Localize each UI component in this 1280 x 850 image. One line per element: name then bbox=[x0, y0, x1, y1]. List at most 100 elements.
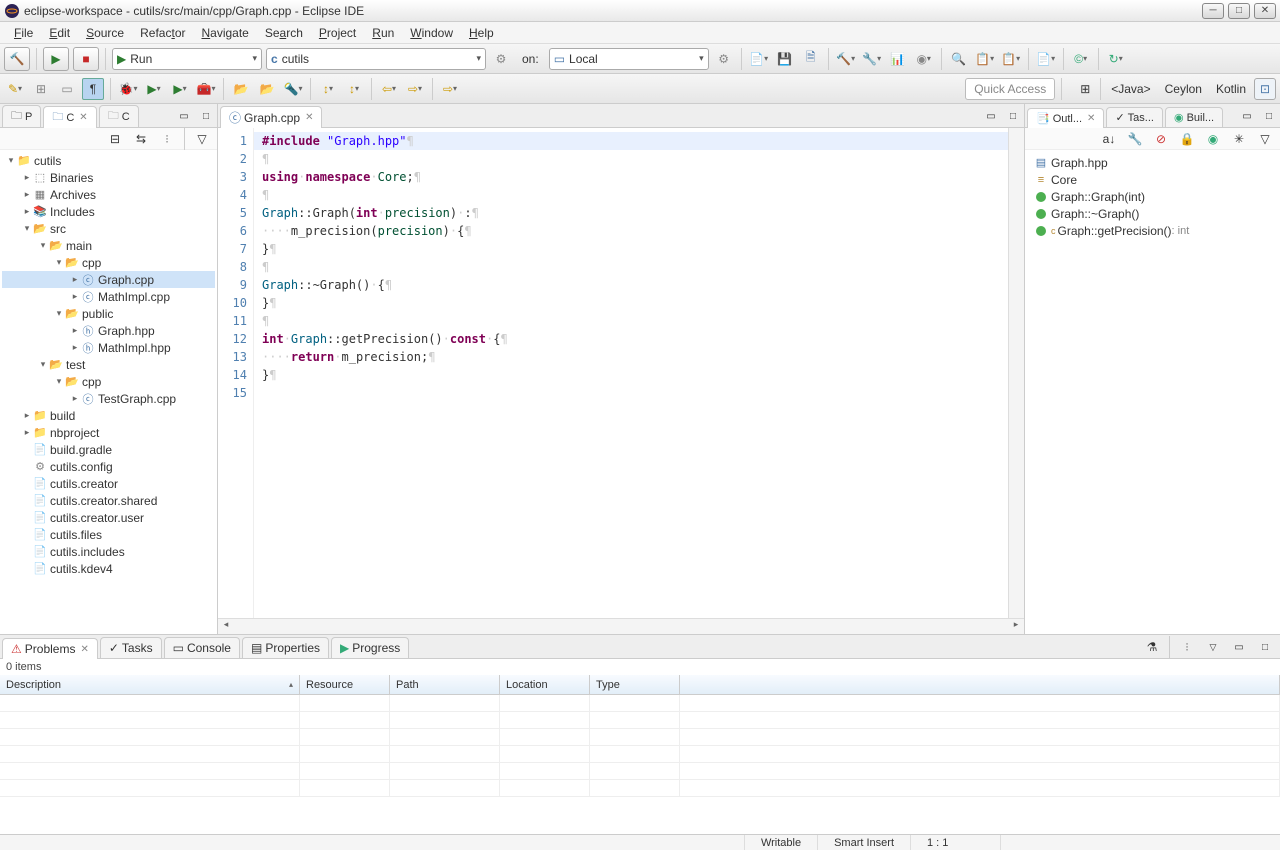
scroll-left-icon[interactable]: ◂ bbox=[218, 619, 234, 634]
menu-help[interactable]: Help bbox=[461, 24, 502, 42]
run2-button[interactable]: ▶▾ bbox=[143, 78, 165, 100]
tree-item[interactable]: ▸ⓒGraph.cpp bbox=[2, 271, 215, 288]
menu-window[interactable]: Window bbox=[402, 24, 461, 42]
menu-edit[interactable]: Edit bbox=[41, 24, 78, 42]
perspective-ceylon[interactable]: Ceylon bbox=[1159, 80, 1208, 98]
outline-item[interactable]: ≡Core bbox=[1029, 171, 1276, 188]
group-icon[interactable]: ◉ bbox=[1202, 128, 1224, 150]
sort-icon[interactable]: a↓ bbox=[1098, 128, 1120, 150]
tree-item[interactable]: ▾📂cpp bbox=[2, 254, 215, 271]
hide-static-icon[interactable]: ⊘ bbox=[1150, 128, 1172, 150]
build-target-button[interactable]: 🔧▾ bbox=[861, 48, 883, 70]
view-minimize-icon[interactable]: ▭ bbox=[173, 105, 195, 127]
editor-minimize-icon[interactable]: ▭ bbox=[980, 105, 1002, 127]
maximize-button[interactable]: □ bbox=[1228, 3, 1250, 19]
view-menu-icon[interactable]: ▽ bbox=[1202, 636, 1224, 658]
problems-table[interactable]: Description▴ Resource Path Location Type bbox=[0, 675, 1280, 834]
minimize-button[interactable]: ─ bbox=[1202, 3, 1224, 19]
col-description[interactable]: Description▴ bbox=[0, 675, 300, 694]
tab-problems[interactable]: ⚠Problems✕ bbox=[2, 638, 98, 659]
tree-item[interactable]: ▾📁cutils bbox=[2, 152, 215, 169]
outline-item[interactable]: Graph::~Graph() bbox=[1029, 205, 1276, 222]
close-button[interactable]: ✕ bbox=[1254, 3, 1276, 19]
run-target-combo[interactable]: ▭ Local ▾ bbox=[549, 48, 709, 70]
tree-item[interactable]: ▾📂src bbox=[2, 220, 215, 237]
close-icon[interactable]: ✕ bbox=[305, 112, 313, 123]
col-location[interactable]: Location bbox=[500, 675, 590, 694]
col-resource[interactable]: Resource bbox=[300, 675, 390, 694]
view-maximize-icon[interactable]: □ bbox=[1258, 105, 1280, 127]
new-button[interactable]: 📄▾ bbox=[748, 48, 770, 70]
close-icon[interactable]: ✕ bbox=[79, 112, 87, 123]
project-combo[interactable]: c cutils ▾ bbox=[266, 48, 486, 70]
perspective-cdt[interactable]: ⊡ bbox=[1254, 78, 1276, 100]
hide-fields-icon[interactable]: 🔧 bbox=[1124, 128, 1146, 150]
menu-navigate[interactable]: Navigate bbox=[193, 24, 256, 42]
menu-file[interactable]: File bbox=[6, 24, 41, 42]
refresh-button[interactable]: ↻▾ bbox=[1105, 48, 1127, 70]
menu-run[interactable]: Run bbox=[364, 24, 402, 42]
editor-maximize-icon[interactable]: □ bbox=[1002, 105, 1024, 127]
link-editor-icon[interactable]: ⇆ bbox=[130, 128, 152, 150]
stop-button[interactable]: ■ bbox=[73, 47, 99, 71]
view-menu-icon[interactable]: ▽ bbox=[191, 128, 213, 150]
tree-item[interactable]: ▸ⓗMathImpl.hpp bbox=[2, 339, 215, 356]
box-button[interactable]: ▭ bbox=[56, 78, 78, 100]
perspective-java[interactable]: <Java> bbox=[1105, 80, 1156, 98]
close-icon[interactable]: ✕ bbox=[1087, 113, 1095, 124]
menu-project[interactable]: Project bbox=[311, 24, 364, 42]
tab-c-projects-2[interactable]: 🗀C bbox=[99, 105, 139, 127]
back-button[interactable]: ⇦▾ bbox=[378, 78, 400, 100]
editor-content[interactable]: 123456789101112131415 #include "Graph.hp… bbox=[218, 128, 1024, 618]
filter-icon[interactable]: ⚗ bbox=[1141, 636, 1163, 658]
code-area[interactable]: #include "Graph.hpp"¶¶using·namespace·Co… bbox=[254, 128, 1008, 618]
view-minimize-icon[interactable]: ▭ bbox=[1236, 105, 1258, 127]
tab-project-explorer[interactable]: 🗀P bbox=[2, 105, 41, 127]
tab-outline[interactable]: 📑Outl...✕ bbox=[1027, 108, 1104, 128]
tree-item[interactable]: 📄cutils.creator.user bbox=[2, 509, 215, 526]
tree-item[interactable]: ▸⬚Binaries bbox=[2, 169, 215, 186]
last-edit-button[interactable]: ⇨▾ bbox=[439, 78, 461, 100]
tree-button[interactable]: ⊞ bbox=[30, 78, 52, 100]
tab-c-projects[interactable]: 🗀C✕ bbox=[43, 106, 96, 128]
view-minimize-icon[interactable]: ▭ bbox=[1228, 636, 1250, 658]
open-perspective-button[interactable]: ⊞ bbox=[1074, 78, 1096, 100]
open-button[interactable]: 📂 bbox=[230, 78, 252, 100]
tree-item[interactable]: ▾📂cpp bbox=[2, 373, 215, 390]
tab-progress[interactable]: ▶Progress bbox=[331, 637, 409, 658]
search-button[interactable]: 🔦▾ bbox=[282, 78, 304, 100]
tree-item[interactable]: 📄cutils.kdev4 bbox=[2, 560, 215, 577]
collapse-all-icon[interactable]: ⊟ bbox=[104, 128, 126, 150]
menu-search[interactable]: Search bbox=[257, 24, 311, 42]
tab-tasks[interactable]: ✓Tasks bbox=[100, 637, 162, 658]
view-menu-icon[interactable]: ▽ bbox=[1254, 128, 1276, 150]
new-class-button[interactable]: ©▾ bbox=[1070, 48, 1092, 70]
tree-item[interactable]: ▾📂main bbox=[2, 237, 215, 254]
tree-item[interactable]: ▾📂public bbox=[2, 305, 215, 322]
filter2-icon[interactable]: ✳ bbox=[1228, 128, 1250, 150]
editor-tab-graph[interactable]: ⓒ Graph.cpp ✕ bbox=[220, 106, 322, 128]
build-button[interactable]: 🔨 bbox=[4, 47, 30, 71]
tree-item[interactable]: 📄build.gradle bbox=[2, 441, 215, 458]
outline-item[interactable]: cGraph::getPrecision() : int bbox=[1029, 222, 1276, 239]
save-button[interactable]: 💾 bbox=[774, 48, 796, 70]
project-tree[interactable]: ▾📁cutils▸⬚Binaries▸▦Archives▸📚Includes▾📂… bbox=[0, 150, 217, 634]
hide-nonpublic-icon[interactable]: 🔒 bbox=[1176, 128, 1198, 150]
pilcrow-button[interactable]: ¶ bbox=[82, 78, 104, 100]
outline-item[interactable]: ▤Graph.hpp bbox=[1029, 154, 1276, 171]
open-type-button[interactable]: 🔍 bbox=[948, 48, 970, 70]
tree-item[interactable]: 📄cutils.files bbox=[2, 526, 215, 543]
menu-source[interactable]: Source bbox=[78, 24, 132, 42]
nav2-button[interactable]: 📋▾ bbox=[1000, 48, 1022, 70]
tree-item[interactable]: ▸ⓒMathImpl.cpp bbox=[2, 288, 215, 305]
focus-icon[interactable]: ⁝ bbox=[1176, 636, 1198, 658]
tree-item[interactable]: ▸▦Archives bbox=[2, 186, 215, 203]
view-maximize-icon[interactable]: □ bbox=[195, 105, 217, 127]
col-path[interactable]: Path bbox=[390, 675, 500, 694]
quick-access-input[interactable]: Quick Access bbox=[965, 78, 1055, 100]
target-settings-icon[interactable]: ⚙ bbox=[713, 48, 735, 70]
perspective-kotlin[interactable]: Kotlin bbox=[1210, 80, 1252, 98]
tree-item[interactable]: ▸📚Includes bbox=[2, 203, 215, 220]
toggle-button[interactable]: ◉▾ bbox=[913, 48, 935, 70]
tab-console[interactable]: ▭Console bbox=[164, 637, 240, 658]
